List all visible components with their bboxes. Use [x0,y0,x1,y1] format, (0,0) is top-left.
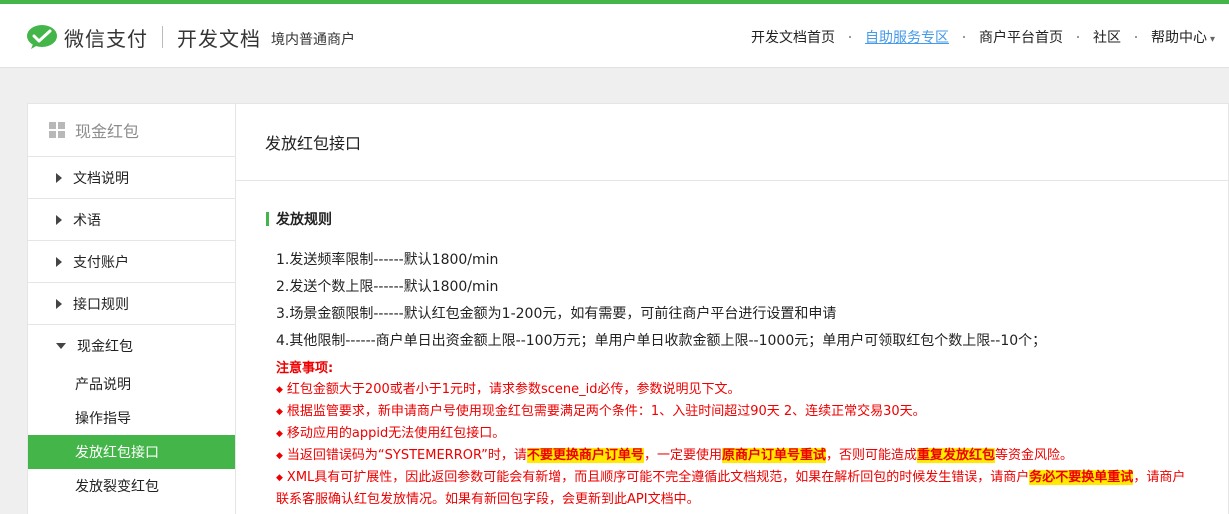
rule-item: 2.发送个数上限------默认1800/min [276,279,499,295]
sidebar-item-doc-intro[interactable]: 文档说明 [28,157,235,199]
rule-item: 1.发送频率限制------默认1800/min [276,252,499,268]
sidebar-item-cash-redpack[interactable]: 现金红包 [28,325,235,367]
caret-right-icon [56,256,62,267]
chevron-down-icon: ▾ [1209,34,1215,45]
note-text: ，一定要使用 [643,448,722,463]
sidebar-sub-operation-guide[interactable]: 操作指导 [28,401,235,435]
header: 微信支付 开发文档 境内普通商户 开发文档首页 自助服务专区 商户平台首页 社区… [0,4,1229,68]
caret-down-icon [56,343,66,349]
diamond-bullet-icon: ◆ [276,385,283,395]
sidebar-item-label: 术语 [73,212,101,229]
note-text: 红包金额大于200或者小于1元时，请求参数scene_id必传，参数说明见下文。 [286,382,741,397]
note-text: 根据监管要求，新申请商户号使用现金红包需要满足两个条件：1、入驻时间超过90天 … [286,404,926,419]
highlight-text: 务必不要换单重试 [1029,470,1134,485]
note-text: 等资金风险。 [995,448,1074,463]
section-bar [266,212,269,226]
note-item: ◆ 根据监管要求，新申请商户号使用现金红包需要满足两个条件：1、入驻时间超过90天… [276,401,1228,423]
doc-subtitle: 境内普通商户 [271,32,355,48]
section-title: 发放规则 [276,212,332,228]
sidebar-sub-product-intro[interactable]: 产品说明 [28,367,235,401]
sidebar-header: 现金红包 [28,104,235,157]
nav-merchant-home[interactable]: 商户平台首页 [965,27,1077,47]
caret-right-icon [56,172,62,183]
diamond-bullet-icon: ◆ [276,473,283,483]
sidebar-item-api-rules[interactable]: 接口规则 [28,283,235,325]
highlight-text: 不要更换商户订单号 [526,448,644,463]
section-heading: 发放规则 [266,209,1228,229]
nav-help-center[interactable]: 帮助中心 ▾ [1137,27,1229,47]
note-text: ，否则可能造成 [825,448,917,463]
sidebar-sub-send-redpack-api[interactable]: 发放红包接口 [28,435,235,469]
diamond-bullet-icon: ◆ [276,429,283,439]
doc-title: 开发文档 [177,26,261,51]
wechat-pay-logo-icon [27,25,57,49]
sidebar-item-label: 现金红包 [77,339,133,355]
caret-right-icon [56,298,62,309]
page-title: 发放红包接口 [236,104,1228,181]
note-text: XML具有可扩展性，因此返回参数可能会有新增，而且顺序可能不完全遵循此文档规范，… [286,470,1030,485]
note-text: 移动应用的appid无法使用红包接口。 [286,426,506,441]
top-nav: 开发文档首页 自助服务专区 商户平台首页 社区 帮助中心 ▾ [737,26,1229,48]
rules-list: 1.发送频率限制------默认1800/min 2.发送个数上限------默… [266,247,1228,511]
note-item: ◆ XML具有可扩展性，因此返回参数可能会有新增，而且顺序可能不完全遵循此文档规范… [276,467,1196,511]
nav-community[interactable]: 社区 [1079,27,1135,47]
rule-item: 4.其他限制------商户单日出资金额上限--100万元；单用户单日收款金额上… [276,333,1047,349]
sidebar: 现金红包 文档说明 术语 支付账户 接口规则 现金红包 产品说明 操作指导 发放… [27,103,236,514]
logo[interactable]: 微信支付 开发文档 境内普通商户 [26,22,355,52]
diamond-bullet-icon: ◆ [276,407,283,417]
diamond-bullet-icon: ◆ [276,451,283,461]
sidebar-item-label: 接口规则 [73,296,129,313]
note-text: 当返回错误码为“SYSTEMERROR”时，请 [286,448,527,463]
sidebar-item-label: 文档说明 [73,170,129,187]
sidebar-item-pay-account[interactable]: 支付账户 [28,241,235,283]
sidebar-item-terms[interactable]: 术语 [28,199,235,241]
rules-section: 发放规则 1.发送频率限制------默认1800/min 2.发送个数上限--… [236,181,1228,511]
notes-title: 注意事项: [276,361,334,376]
sidebar-title: 现金红包 [75,122,140,141]
nav-docs-home[interactable]: 开发文档首页 [737,27,849,47]
main-content: 发放红包接口 发放规则 1.发送频率限制------默认1800/min 2.发… [236,103,1229,514]
grid-icon [49,122,65,138]
brand-divider [162,26,163,48]
highlight-text: 原商户订单号重试 [721,448,826,463]
brand-name: 微信支付 [64,26,148,51]
highlight-text: 重复发放红包 [916,448,995,463]
note-item: ◆ 移动应用的appid无法使用红包接口。 [276,423,1228,445]
sidebar-item-label: 支付账户 [73,254,129,271]
nav-self-service[interactable]: 自助服务专区 [851,27,963,47]
sidebar-sub-send-fission-redpack[interactable]: 发放裂变红包 [28,469,235,503]
rule-item: 3.场景金额限制------默认红包金额为1-200元，如有需要，可前往商户平台… [276,306,837,322]
caret-right-icon [56,214,62,225]
note-item: ◆ 红包金额大于200或者小于1元时，请求参数scene_id必传，参数说明见下文… [276,379,1228,401]
note-item: ◆ 当返回错误码为“SYSTEMERROR”时，请不要更换商户订单号，一定要使用原… [276,445,1228,467]
nav-help-label: 帮助中心 [1150,30,1207,46]
